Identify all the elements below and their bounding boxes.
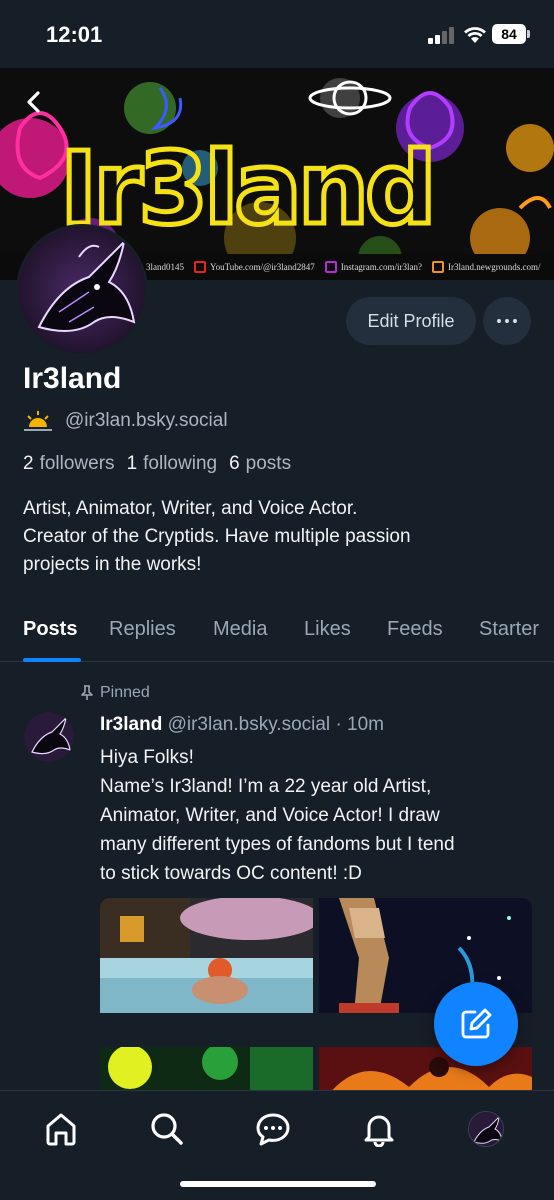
home-icon	[46, 1113, 76, 1146]
profile-stats: 2 followers 1 following 6 posts	[23, 453, 291, 475]
posts-label: posts	[245, 453, 292, 474]
post-meta-separator: ·	[335, 714, 342, 735]
ellipsis-dot	[513, 319, 517, 323]
home-indicator	[180, 1181, 376, 1187]
following-link[interactable]: 1 following	[127, 453, 218, 475]
bio-line: projects in the works!	[23, 554, 202, 575]
followers-link[interactable]: 2 followers	[23, 453, 115, 475]
following-count: 1	[126, 453, 138, 474]
nav-chat-button[interactable]	[253, 1109, 293, 1149]
post-text-line: Name’s Ir3land! I’m a 22 year old Artist…	[100, 776, 432, 797]
profile-bio: Artist, Animator, Writer, and Voice Acto…	[23, 495, 533, 579]
post-author-name[interactable]: Ir3land	[100, 714, 162, 735]
handle-row: @ir3lan.bsky.social	[23, 410, 228, 432]
display-name: Ir3land	[23, 362, 122, 395]
posts-count: 6	[229, 453, 240, 474]
post-author-avatar[interactable]	[24, 712, 74, 762]
chat-icon	[256, 1113, 290, 1146]
banner-link-youtube: YouTube.com/@ir3land2847	[194, 261, 315, 273]
chevron-left-icon	[27, 91, 40, 113]
post-text-line: to stick towards OC content! :D	[100, 863, 362, 884]
post-text-line: Hiya Folks!	[100, 747, 194, 768]
nav-home-button[interactable]	[41, 1109, 81, 1149]
ellipsis-icon	[497, 319, 501, 323]
post-header: Ir3land @ir3lan.bsky.social · 10m	[100, 714, 384, 736]
tab-likes[interactable]: Likes	[304, 618, 351, 641]
ellipsis-dot	[505, 319, 509, 323]
post-text-line: many different types of fandoms but I te…	[100, 834, 455, 855]
post-text-line: Animator, Writer, and Voice Actor! I dra…	[100, 805, 440, 826]
pin-icon	[81, 685, 93, 700]
tab-feeds[interactable]: Feeds	[387, 618, 443, 641]
banner-title-art: Ir3land	[60, 130, 433, 247]
newgrounds-icon	[432, 261, 445, 273]
tab-media[interactable]: Media	[213, 618, 267, 641]
search-icon	[151, 1113, 183, 1145]
post-timestamp[interactable]: 10m	[347, 714, 384, 735]
following-label: following	[143, 453, 218, 474]
bio-line: Artist, Animator, Writer, and Voice Acto…	[23, 498, 358, 519]
post-image[interactable]	[100, 898, 313, 1013]
bell-icon	[364, 1115, 394, 1147]
profile-handle: @ir3lan.bsky.social	[65, 410, 228, 431]
banner-link-newgrounds: Ir3land.newgrounds.com/	[432, 261, 541, 273]
wifi-icon	[464, 27, 486, 43]
followers-label: followers	[39, 453, 115, 474]
instagram-icon	[324, 261, 337, 273]
post-author-handle[interactable]: @ir3lan.bsky.social	[168, 714, 331, 735]
post-text: Hiya Folks! Name’s Ir3land! I’m a 22 yea…	[100, 743, 538, 888]
status-bar: 12:01 84	[0, 0, 554, 68]
banner-link-instagram: Instagram.com/ir3lan?	[324, 261, 422, 273]
pinned-label-row: Pinned	[80, 684, 150, 702]
active-tab-indicator	[23, 658, 81, 662]
pinned-label: Pinned	[100, 684, 150, 701]
nav-search-button[interactable]	[147, 1109, 187, 1149]
tab-replies[interactable]: Replies	[109, 618, 176, 641]
nav-profile-button[interactable]	[466, 1109, 506, 1149]
followers-count: 2	[23, 453, 34, 474]
back-button[interactable]	[18, 86, 50, 118]
status-time: 12:01	[46, 22, 103, 47]
profile-avatar[interactable]	[16, 224, 148, 356]
posts-stat: 6 posts	[229, 453, 291, 475]
profile-avatar	[468, 1111, 504, 1147]
youtube-icon	[194, 261, 206, 273]
tab-starter[interactable]: Starter	[479, 618, 539, 641]
banner-link-handle: 3land0145	[146, 262, 184, 272]
edit-profile-button[interactable]: Edit Profile	[346, 297, 476, 345]
more-options-button[interactable]	[483, 297, 531, 345]
bio-line: Creator of the Cryptids. Have multiple p…	[23, 526, 411, 547]
nav-notifications-button[interactable]	[359, 1109, 399, 1149]
profile-tabs: Posts Replies Media Likes Feeds Starter	[0, 612, 554, 662]
sunrise-icon	[24, 411, 52, 431]
compose-icon	[461, 1008, 492, 1039]
tab-posts[interactable]: Posts	[23, 618, 77, 641]
battery-indicator: 84	[492, 24, 530, 44]
compose-button[interactable]	[434, 982, 518, 1066]
cellular-signal-icon	[428, 26, 458, 44]
